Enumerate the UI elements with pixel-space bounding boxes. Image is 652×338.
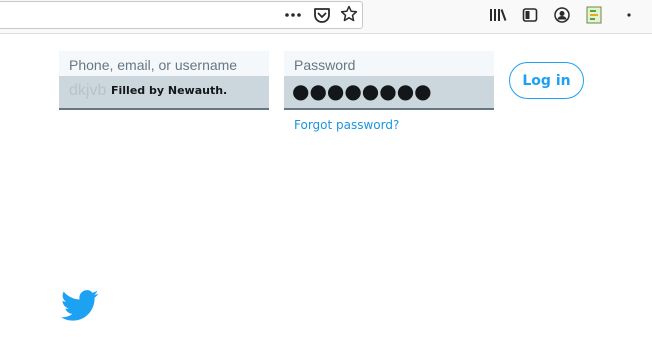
url-bar[interactable] — [0, 1, 363, 29]
twitter-bird-icon — [61, 290, 99, 326]
more-actions-icon[interactable] — [284, 8, 302, 22]
password-label: Password — [294, 57, 356, 73]
username-autofill-area[interactable]: dkjvb Filled by Newauth. — [59, 76, 269, 108]
bookmark-star-icon[interactable] — [340, 5, 358, 23]
username-label: Phone, email, or username — [69, 57, 238, 73]
username-field[interactable]: Phone, email, or username dkjvb Filled b… — [59, 51, 269, 110]
pocket-icon[interactable] — [313, 6, 331, 24]
login-button[interactable]: Log in — [509, 62, 584, 99]
password-autofill-area[interactable]: ●●●●●●●● — [284, 76, 494, 108]
password-field[interactable]: Password ●●●●●●●● — [284, 51, 494, 110]
extension-icon[interactable] — [586, 6, 602, 24]
username-value: dkjvb — [69, 82, 107, 99]
overflow-icon[interactable] — [626, 10, 632, 20]
library-icon[interactable] — [489, 7, 507, 23]
autofill-badge: Filled by Newauth. — [111, 84, 228, 97]
account-icon[interactable] — [554, 7, 570, 23]
forgot-password-link[interactable]: Forgot password? — [294, 118, 399, 132]
browser-toolbar — [0, 0, 652, 34]
sidebar-icon[interactable] — [522, 7, 538, 23]
password-value: ●●●●●●●● — [292, 79, 432, 103]
